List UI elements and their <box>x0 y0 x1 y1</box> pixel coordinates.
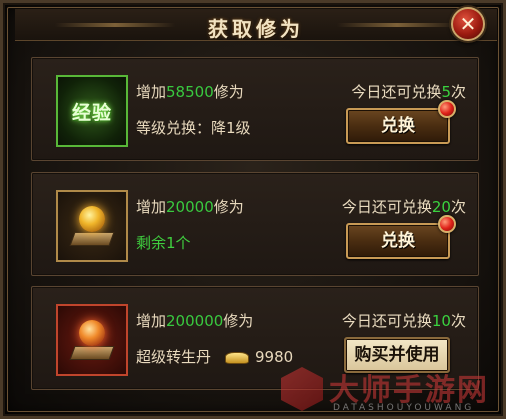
exp-badge-label: 经验 <box>71 101 112 124</box>
orb-ball <box>79 320 105 346</box>
exchange-card-orb: 增加20000修为 剩余1个 今日还可兑换20次 兑换 <box>31 172 479 276</box>
exchange-card-exp: 经验 增加58500修为 等级兑换：降1级 今日还可兑换5次 兑换 <box>31 57 479 161</box>
notification-dot-icon <box>438 100 456 118</box>
exchange-button[interactable]: 兑换 <box>346 108 450 144</box>
watermark-subtext: DATASHOUYOUWANG <box>333 403 475 413</box>
orb-ball <box>79 206 105 232</box>
red-orb-icon <box>56 304 128 376</box>
notification-dot-icon <box>438 215 456 233</box>
remaining-count: 今日还可兑换10次 <box>341 312 466 330</box>
golden-orb-graphic <box>69 206 115 246</box>
exchange-button[interactable]: 兑换 <box>346 223 450 259</box>
watermark-logo-icon <box>281 367 323 411</box>
gain-text: 增加20000修为 <box>136 198 244 216</box>
gain-text: 增加58500修为 <box>136 83 244 101</box>
exchange-dialog: 获取修为 ✕ 经验 增加58500修为 等级兑换：降1级 今日还可兑换5次 兑换… <box>0 0 506 419</box>
remaining-count: 今日还可兑换20次 <box>341 198 466 216</box>
gain-amount: 58500 <box>166 83 214 101</box>
gain-amount: 200000 <box>166 312 224 330</box>
item-name-and-price: 超级转生丹 9980 <box>136 346 293 367</box>
dialog-title: 获取修为 <box>208 17 304 41</box>
detail-text: 等级兑换：降1级 <box>136 119 251 137</box>
exp-badge-icon: 经验 <box>56 75 128 147</box>
gold-ingot-icon <box>225 351 250 364</box>
remaining-count: 今日还可兑换5次 <box>351 83 466 101</box>
golden-orb-icon <box>56 190 128 262</box>
title-bar: 获取修为 <box>15 9 497 41</box>
gain-amount: 20000 <box>166 198 214 216</box>
orb-plate <box>69 346 115 360</box>
price-value: 9980 <box>255 348 294 366</box>
site-watermark: 大师手游网 DATASHOUYOUWANG <box>281 365 505 419</box>
count-value: 20 <box>431 198 451 216</box>
count-value: 10 <box>431 312 451 330</box>
gain-text: 增加200000修为 <box>136 312 254 330</box>
orb-plate <box>69 232 115 246</box>
item-name: 超级转生丹 <box>136 348 212 366</box>
close-button[interactable]: ✕ <box>451 7 485 41</box>
count-value: 5 <box>441 83 451 101</box>
red-orb-graphic <box>69 320 115 360</box>
remaining-items-text: 剩余1个 <box>136 234 191 252</box>
